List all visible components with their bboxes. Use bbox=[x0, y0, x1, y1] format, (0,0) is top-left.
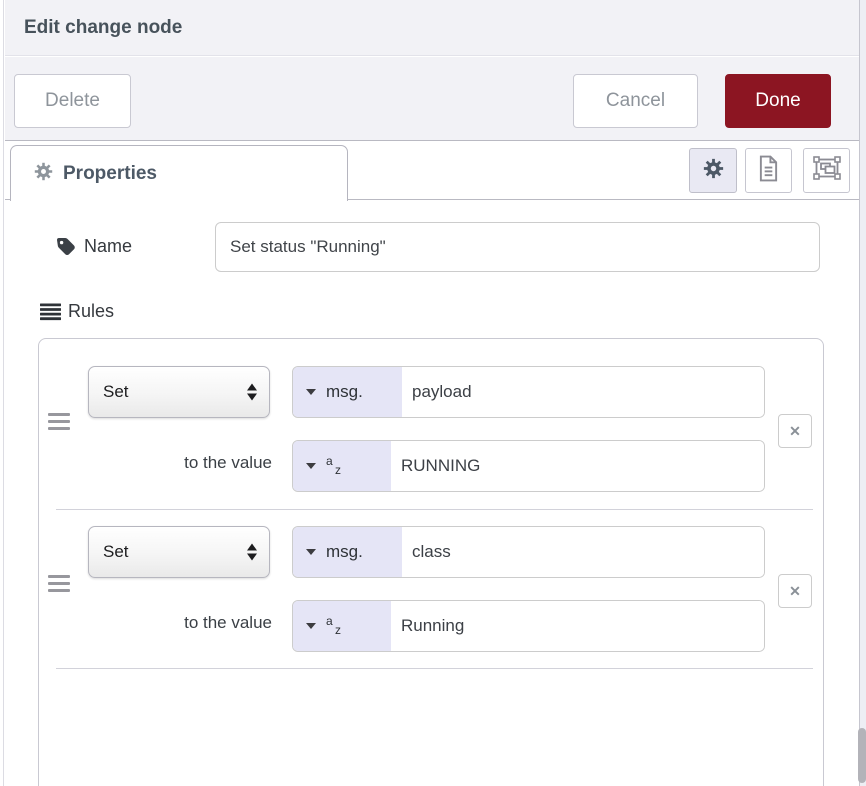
select-arrows-icon bbox=[247, 544, 257, 561]
value-type-button[interactable]: az bbox=[293, 601, 391, 651]
property-type-button[interactable]: msg. bbox=[293, 527, 402, 577]
rule-action-select[interactable]: Set bbox=[88, 526, 270, 578]
close-icon: ✕ bbox=[789, 423, 801, 440]
list-icon bbox=[40, 303, 61, 326]
node-settings-button[interactable] bbox=[689, 148, 737, 193]
rule-separator bbox=[56, 668, 813, 669]
cancel-button[interactable]: Cancel bbox=[573, 74, 698, 128]
tab-properties[interactable]: Properties bbox=[10, 145, 348, 201]
chevron-down-icon bbox=[306, 549, 316, 555]
string-type-icon: az bbox=[326, 453, 341, 479]
to-the-value-label: to the value bbox=[100, 613, 272, 633]
rule-property-typed-input: msg. bbox=[292, 526, 765, 578]
object-group-icon bbox=[813, 156, 841, 185]
tab-properties-label: Properties bbox=[63, 163, 157, 185]
dialog-header: Edit change node bbox=[5, 0, 859, 56]
rule-value-input[interactable] bbox=[391, 441, 764, 491]
rule-value-typed-input: az bbox=[292, 600, 765, 652]
rule-value-input[interactable] bbox=[391, 601, 764, 651]
rule-property-input[interactable] bbox=[402, 367, 764, 417]
node-description-button[interactable] bbox=[745, 148, 792, 193]
gear-icon bbox=[703, 158, 724, 184]
remove-rule-button[interactable]: ✕ bbox=[778, 414, 812, 448]
remove-rule-button[interactable]: ✕ bbox=[778, 574, 812, 608]
rule-action-value: Set bbox=[103, 382, 129, 402]
delete-button[interactable]: Delete bbox=[14, 74, 131, 128]
rules-label: Rules bbox=[68, 301, 114, 322]
to-the-value-label: to the value bbox=[100, 453, 272, 473]
rule-property-input[interactable] bbox=[402, 527, 764, 577]
string-type-icon: az bbox=[326, 613, 341, 639]
tray-right-edge bbox=[859, 0, 866, 786]
node-appearance-button[interactable] bbox=[803, 148, 850, 193]
rule-value-typed-input: az bbox=[292, 440, 765, 492]
value-type-button[interactable]: az bbox=[293, 441, 391, 491]
rule-property-typed-input: msg. bbox=[292, 366, 765, 418]
scrollbar-thumb[interactable] bbox=[858, 728, 866, 783]
rule-drag-handle[interactable] bbox=[48, 413, 70, 433]
dialog-title: Edit change node bbox=[5, 0, 859, 56]
select-arrows-icon bbox=[247, 384, 257, 401]
close-icon: ✕ bbox=[789, 583, 801, 600]
rule-action-value: Set bbox=[103, 542, 129, 562]
document-icon bbox=[758, 155, 779, 187]
tag-icon bbox=[56, 237, 76, 262]
property-type-label: msg. bbox=[326, 542, 363, 562]
name-input[interactable] bbox=[215, 222, 820, 272]
rule-action-select[interactable]: Set bbox=[88, 366, 270, 418]
chevron-down-icon bbox=[306, 463, 316, 469]
rule-drag-handle[interactable] bbox=[48, 575, 70, 595]
property-type-label: msg. bbox=[326, 382, 363, 402]
gear-icon bbox=[34, 162, 53, 186]
chevron-down-icon bbox=[306, 623, 316, 629]
done-button[interactable]: Done bbox=[725, 74, 831, 128]
tray-left-edge bbox=[0, 0, 4, 786]
name-label: Name bbox=[84, 236, 132, 257]
edit-node-dialog: Edit change node Delete Cancel Done bbox=[0, 0, 866, 786]
property-type-button[interactable]: msg. bbox=[293, 367, 402, 417]
chevron-down-icon bbox=[306, 389, 316, 395]
rule-separator bbox=[56, 509, 813, 510]
